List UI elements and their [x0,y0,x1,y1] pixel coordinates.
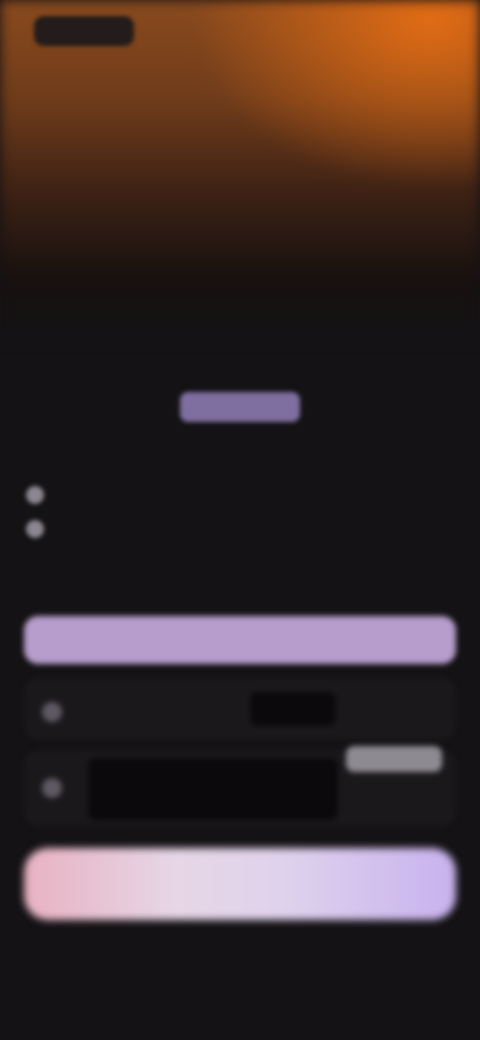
feature-item [26,518,446,538]
radio-icon[interactable] [42,778,62,798]
dark-price-block [250,692,336,726]
primary-cta-button[interactable] [24,616,456,664]
feature-list [26,484,446,552]
top-right-link[interactable] [354,22,444,40]
dark-price-block [88,758,338,820]
subscribe-button[interactable] [24,848,456,920]
pricing-row [28,412,452,452]
plan-option[interactable] [24,678,456,740]
check-icon [26,486,44,504]
feature-item [26,484,446,504]
pricing-left-text [28,412,168,448]
plan-badge [346,746,442,772]
hero-gradient-background [0,0,480,340]
paywall-screen [0,0,480,1040]
radio-icon[interactable] [42,702,62,722]
app-logo [34,16,134,46]
check-icon [26,520,44,538]
plan-option[interactable] [24,746,456,826]
